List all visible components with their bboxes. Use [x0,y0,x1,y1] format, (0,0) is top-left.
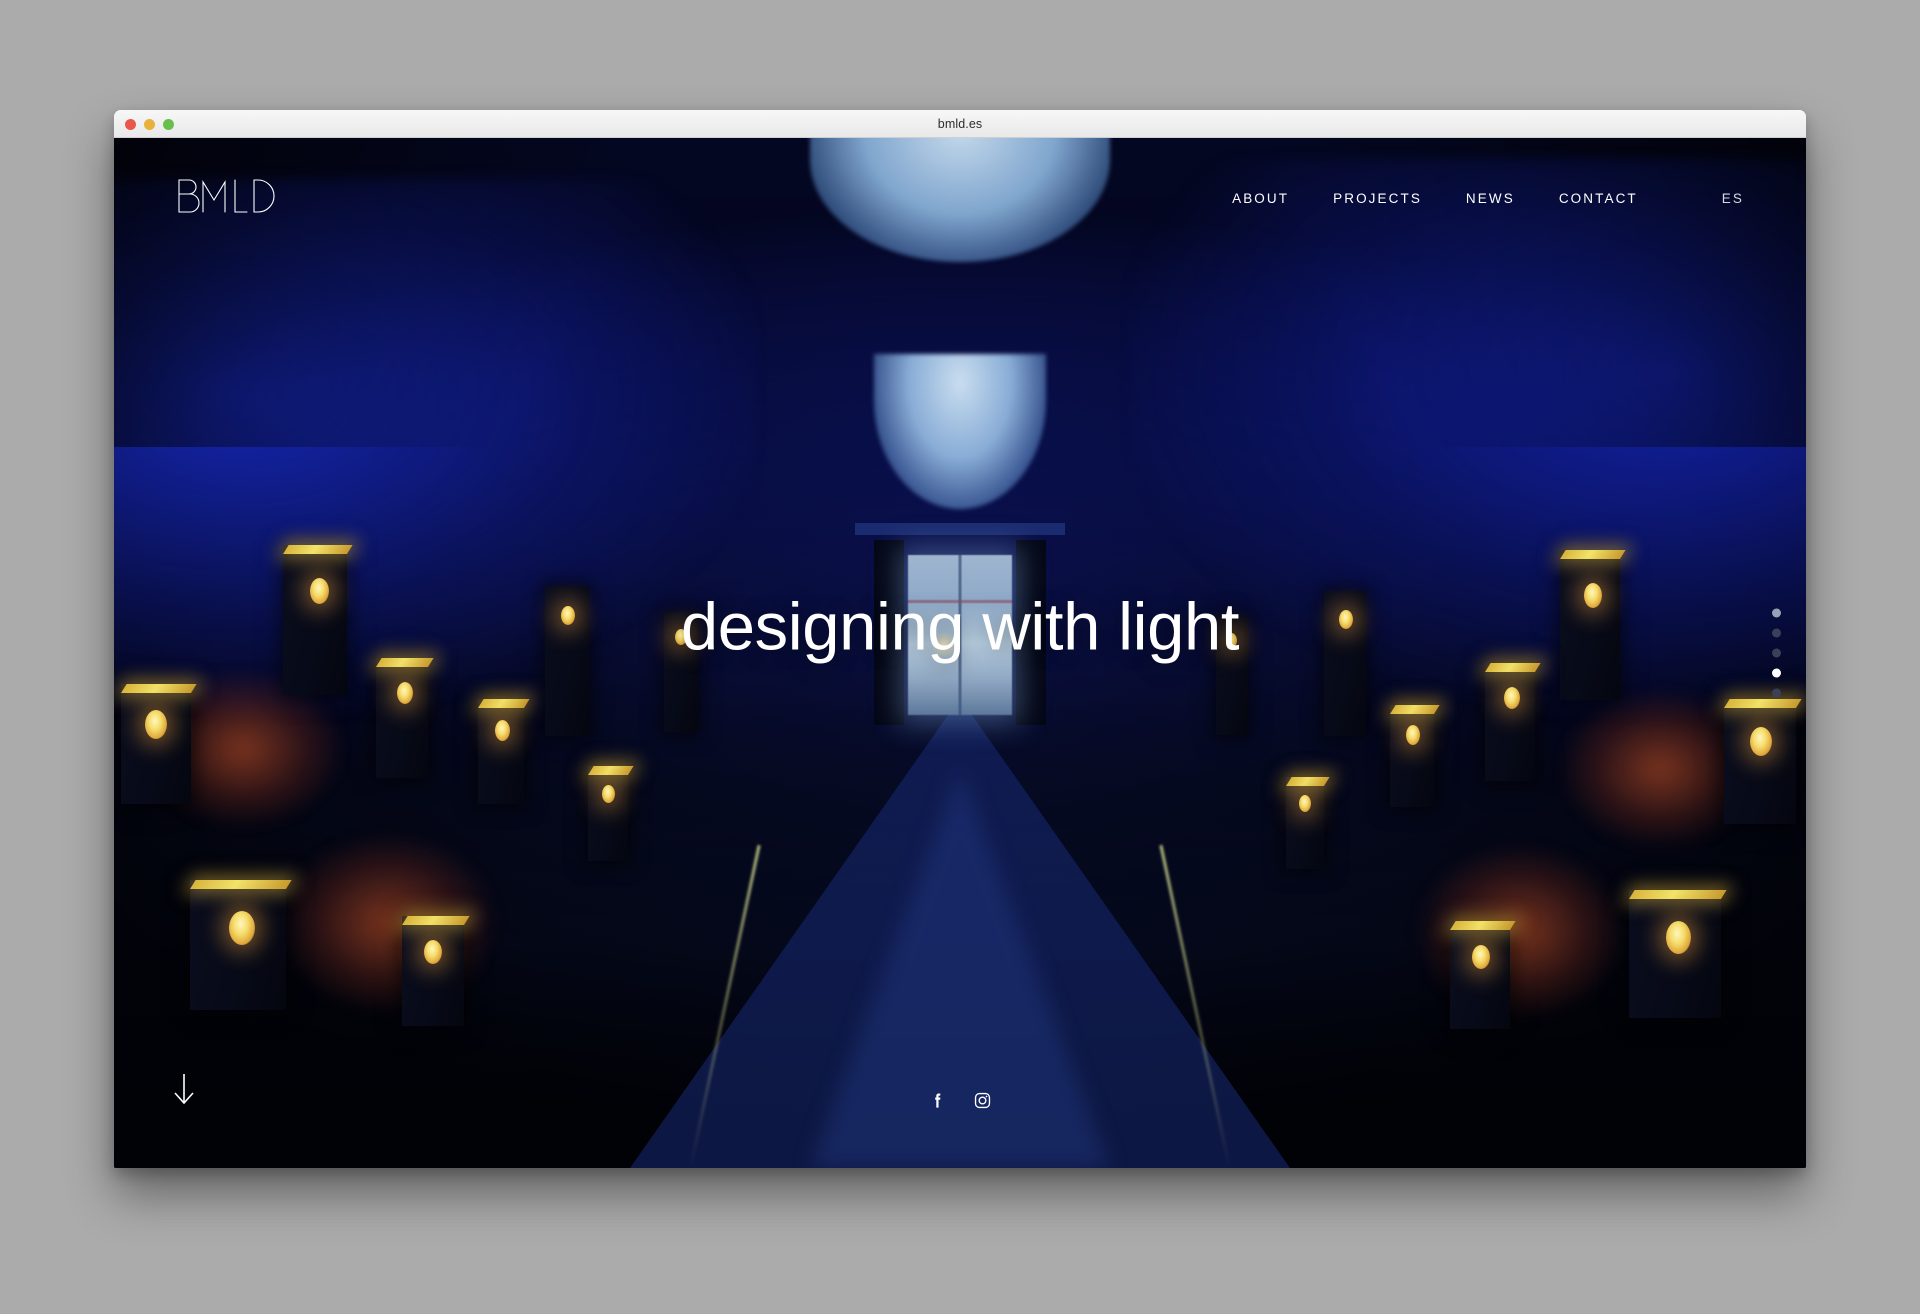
light-pillar [1449,920,1516,1029]
minimize-window-button[interactable] [144,119,155,130]
pillar-lamp-decor [228,910,255,945]
pillar-top-light-decor [120,683,197,693]
brand-logo-link[interactable] [176,174,276,223]
pillar-lamp-decor [1749,726,1772,756]
light-pillar [190,879,292,1010]
slide-dot-1[interactable] [1772,608,1781,618]
light-pillar [401,915,470,1026]
pillar-lamp-decor [1298,794,1311,812]
facebook-link[interactable] [928,1091,947,1110]
pillar-lamp-decor [1406,724,1421,745]
nav-link-about[interactable]: ABOUT [1232,191,1289,206]
window-title: bmld.es [937,117,983,131]
header-nav-wrap: ABOUT PROJECTS NEWS CONTACT ES [1232,191,1744,206]
pillar-top-light-decor [190,879,292,889]
slide-dot-4[interactable] [1772,668,1781,678]
pillar-top-light-decor [477,699,530,709]
close-window-button[interactable] [125,119,136,130]
window-controls [125,119,174,130]
light-pillar [477,699,530,805]
facebook-icon [935,1093,941,1108]
site-viewport: ABOUT PROJECTS NEWS CONTACT ES designing… [114,138,1806,1168]
pillar-top-light-decor [1389,704,1440,714]
pillar-top-light-decor [1723,699,1802,709]
pillar-top-light-decor [1559,550,1626,559]
maximize-window-button[interactable] [163,119,174,130]
light-pillar [120,683,197,804]
bmld-wordmark-logo [178,178,275,213]
light-pillar [376,658,434,779]
pillar-top-light-decor [401,915,470,925]
pillar-top-light-decor [1629,889,1728,899]
pillar-lamp-decor [495,720,511,742]
ceiling-lantern-near-decor [874,354,1046,510]
pillar-lamp-decor [1471,944,1490,969]
light-pillar [1389,704,1440,807]
instagram-icon [974,1092,991,1109]
nav-link-contact[interactable]: CONTACT [1559,191,1638,206]
light-pillar [1285,776,1330,869]
pillar-lamp-decor [1504,686,1521,709]
light-pillar [1485,663,1541,782]
browser-window: bmld.es ABOUT PROJECTS NEWS CONTACT ES d… [114,110,1806,1168]
light-pillar [587,766,634,862]
pillar-lamp-decor [144,710,167,740]
main-navigation: ABOUT PROJECTS NEWS CONTACT [1232,191,1638,206]
light-pillar [1723,699,1802,825]
pillar-top-light-decor [1285,776,1330,786]
browser-titlebar: bmld.es [114,110,1806,138]
site-header: ABOUT PROJECTS NEWS CONTACT ES [114,138,1806,258]
slide-dot-5[interactable] [1772,688,1781,698]
language-switch-es[interactable]: ES [1722,191,1744,206]
pillar-top-light-decor [1449,920,1516,930]
slide-dot-2[interactable] [1772,628,1781,638]
nav-link-news[interactable]: NEWS [1466,191,1515,206]
slide-pagination [1772,608,1781,698]
instagram-link[interactable] [973,1091,992,1110]
pillar-lamp-decor [602,785,616,804]
light-pillar [1629,889,1728,1018]
hero-headline: designing with light [680,589,1240,665]
nav-link-projects[interactable]: PROJECTS [1333,191,1422,206]
pillar-top-light-decor [283,544,353,554]
social-links [114,1091,1806,1110]
doorway-header-decor [855,523,1065,536]
pillar-top-light-decor [587,766,634,776]
pillar-lamp-decor [397,682,414,705]
pillar-lamp-decor [423,939,442,964]
pillar-lamp-decor [1666,920,1692,954]
slide-dot-3[interactable] [1772,648,1781,658]
